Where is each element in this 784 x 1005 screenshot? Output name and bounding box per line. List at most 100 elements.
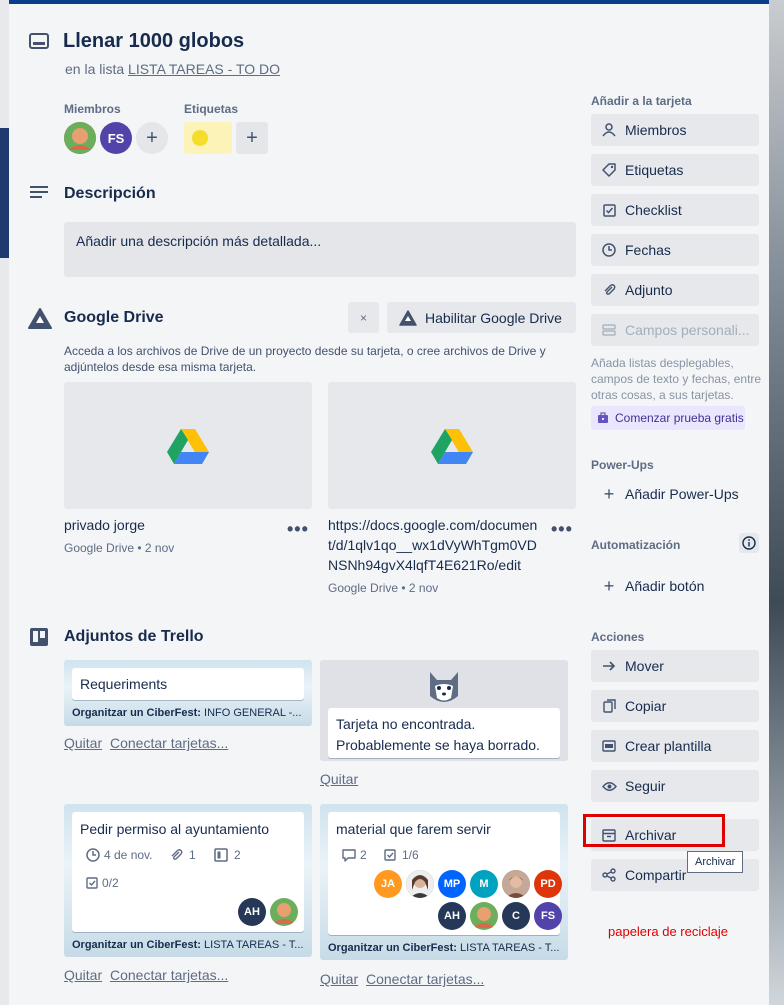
checkbox-icon — [86, 877, 98, 889]
follow-button[interactable]: Seguir — [591, 770, 759, 802]
custom-fields-button[interactable]: Campos personali... — [591, 314, 759, 346]
dates-button[interactable]: Fechas — [591, 234, 759, 266]
remove-attachment-link[interactable]: Quitar — [320, 771, 358, 787]
member-avatar: JA — [374, 870, 402, 898]
trello-icon — [214, 848, 228, 862]
drive-file-menu-button[interactable]: ••• — [287, 519, 309, 540]
labels-button[interactable]: Etiquetas — [591, 154, 759, 186]
remove-attachment-link[interactable]: Quitar — [320, 971, 358, 987]
drive-file-thumbnail[interactable] — [328, 382, 576, 509]
linked-card-title[interactable]: Requeriments — [72, 668, 304, 700]
member-avatar — [406, 870, 434, 898]
tooltip: Archivar — [687, 851, 744, 873]
due-date-badge: 4 de nov. — [86, 848, 152, 862]
paperclip-icon — [601, 283, 617, 297]
member-avatar: AH — [238, 898, 266, 926]
member-avatar: MP — [438, 870, 466, 898]
members-label: Miembros — [64, 102, 121, 116]
description-input[interactable]: Añadir una descripción más detallada... — [64, 222, 576, 277]
card-list-info: en la lista LISTA TAREAS - TO DO — [65, 61, 280, 77]
linked-card[interactable]: Requeriments Organitzar un CiberFest: IN… — [64, 660, 312, 726]
description-icon — [30, 185, 48, 206]
actions-heading: Acciones — [591, 630, 645, 644]
board-backdrop-left — [0, 0, 9, 1005]
google-drive-icon — [28, 308, 52, 335]
tag-icon — [601, 163, 617, 177]
google-drive-logo-icon — [431, 428, 473, 464]
copy-button[interactable]: Copiar — [591, 690, 759, 722]
member-avatar — [270, 898, 298, 926]
linked-card-body[interactable]: Pedir permiso al ayuntamiento 4 de nov. … — [72, 812, 304, 932]
card-icon — [29, 32, 49, 55]
member-avatar: AH — [438, 902, 466, 930]
automation-heading: Automatización — [591, 538, 681, 552]
card-title[interactable]: Llenar 1000 globos — [63, 30, 244, 53]
checklist-badge: 1/6 — [384, 848, 419, 862]
checkbox-icon — [601, 203, 617, 217]
paperclip-icon — [171, 849, 183, 860]
member-avatar: FS — [534, 902, 562, 930]
plus-icon: + — [603, 575, 615, 596]
google-drive-logo-icon — [167, 428, 209, 464]
person-icon — [601, 123, 617, 137]
connect-cards-link[interactable]: Conectar tarjetas... — [110, 967, 228, 983]
member-avatar: M — [470, 870, 498, 898]
add-to-card-heading: Añadir a la tarjeta — [591, 94, 692, 108]
drive-file-name[interactable]: https://docs.google.com/document/d/1qlv1… — [328, 515, 543, 575]
remove-attachment-link[interactable]: Quitar — [64, 967, 102, 983]
in-list-prefix: en la lista — [65, 61, 125, 77]
move-button[interactable]: Mover — [591, 650, 759, 682]
member-avatar — [470, 902, 498, 930]
linked-card-not-found[interactable]: Tarjeta no encontrada. Probablemente se … — [320, 660, 568, 761]
dismiss-drive-button[interactable]: × — [348, 302, 379, 333]
trello-attachments-heading: Adjuntos de Trello — [64, 628, 204, 645]
list-link[interactable]: LISTA TAREAS - TO DO — [128, 61, 280, 77]
card-not-found-message: Tarjeta no encontrada. Probablemente se … — [328, 708, 560, 758]
avatar[interactable]: FS — [100, 122, 132, 154]
add-member-button[interactable]: + — [136, 122, 168, 154]
members-button[interactable]: Miembros — [591, 114, 759, 146]
avatar[interactable] — [64, 122, 96, 154]
checklist-button[interactable]: Checklist — [591, 194, 759, 226]
attachment-button[interactable]: Adjunto — [591, 274, 759, 306]
connect-cards-link[interactable]: Conectar tarjetas... — [366, 971, 484, 987]
add-button-button[interactable]: + Añadir botón — [591, 570, 759, 602]
create-template-button[interactable]: Crear plantilla — [591, 730, 759, 762]
briefcase-icon — [598, 412, 608, 423]
attachments-badge: 1 — [169, 848, 196, 862]
linked-cards-badge: 2 — [214, 848, 241, 862]
linked-card[interactable]: Pedir permiso al ayuntamiento 4 de nov. … — [64, 804, 312, 957]
linked-card-title: Pedir permiso al ayuntamiento — [80, 821, 270, 837]
google-drive-description: Acceda a los archivos de Drive de un pro… — [64, 344, 546, 374]
info-icon[interactable] — [739, 533, 759, 553]
label-chip-yellow[interactable] — [184, 122, 232, 154]
drive-file-meta: Google Drive • 2 nov — [328, 581, 439, 595]
annotation-text: papelera de reciclaje — [608, 924, 728, 939]
drive-file-menu-button[interactable]: ••• — [551, 519, 573, 540]
comments-badge: 2 — [342, 848, 367, 862]
drive-file-thumbnail[interactable] — [64, 382, 312, 509]
linked-card-body[interactable]: material que farem servir 2 1/6 JA MP M … — [328, 812, 562, 935]
add-label-button[interactable]: + — [236, 122, 268, 154]
checkbox-icon — [384, 849, 396, 861]
drive-file-name[interactable]: privado jorge — [64, 515, 279, 535]
comment-icon — [342, 848, 356, 862]
linked-card-board: Organitzar un CiberFest: LISTA TAREAS - … — [72, 939, 304, 951]
linked-card-board: Organitzar un CiberFest: INFO GENERAL -.… — [72, 707, 302, 719]
description-heading: Descripción — [64, 185, 156, 202]
member-avatar: C — [502, 902, 530, 930]
trello-icon — [30, 628, 48, 651]
linked-card[interactable]: material que farem servir 2 1/6 JA MP M … — [320, 804, 568, 960]
template-icon — [601, 739, 617, 753]
member-avatar — [502, 870, 530, 898]
linked-card-board: Organitzar un CiberFest: LISTA TAREAS - … — [328, 942, 560, 954]
start-free-trial-button[interactable]: Comenzar prueba gratis — [591, 406, 745, 430]
add-powerups-button[interactable]: + Añadir Power-Ups — [591, 478, 759, 510]
checklist-badge: 0/2 — [86, 876, 119, 890]
powerups-heading: Power-Ups — [591, 458, 654, 472]
connect-cards-link[interactable]: Conectar tarjetas... — [110, 735, 228, 751]
copy-icon — [601, 699, 617, 713]
highlight-box — [583, 814, 725, 847]
remove-attachment-link[interactable]: Quitar — [64, 735, 102, 751]
enable-google-drive-button[interactable]: Habilitar Google Drive — [387, 302, 576, 333]
